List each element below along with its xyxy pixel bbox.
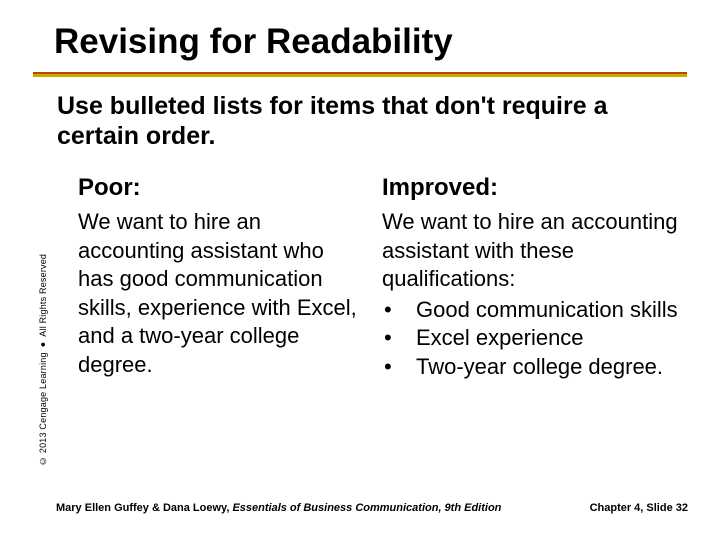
accent-bar xyxy=(33,72,687,77)
improved-bullet-list: • Good communication skills • Excel expe… xyxy=(382,296,692,382)
column-poor: Poor: We want to hire an accounting assi… xyxy=(78,174,358,380)
dot-icon: ● xyxy=(36,339,50,349)
footer-authors: Mary Ellen Guffey & Dana Loewy, xyxy=(56,502,232,514)
bullet-text: Excel experience xyxy=(402,324,692,353)
footer: Mary Ellen Guffey & Dana Loewy, Essentia… xyxy=(56,502,688,514)
slide-subtitle: Use bulleted lists for items that don't … xyxy=(57,92,617,151)
improved-intro: We want to hire an accounting assistant … xyxy=(382,208,692,294)
slide-title: Revising for Readability xyxy=(54,22,453,62)
list-item: • Two-year college degree. xyxy=(382,353,692,382)
poor-heading: Poor: xyxy=(78,174,358,202)
footer-right: Chapter 4, Slide 32 xyxy=(590,502,688,514)
bullet-text: Good communication skills xyxy=(402,296,692,325)
bullet-text: Two-year college degree. xyxy=(402,353,692,382)
footer-book-title: Essentials of Business Communication, 9t… xyxy=(232,502,501,514)
footer-left: Mary Ellen Guffey & Dana Loewy, Essentia… xyxy=(56,502,501,514)
poor-text: We want to hire an accounting assistant … xyxy=(78,208,358,380)
column-improved: Improved: We want to hire an accounting … xyxy=(382,174,692,382)
bullet-icon: • xyxy=(382,353,402,382)
list-item: • Good communication skills xyxy=(382,296,692,325)
copyright-part1: © 2013 Cengage Learning xyxy=(38,352,48,466)
list-item: • Excel experience xyxy=(382,324,692,353)
copyright-vertical: © 2013 Cengage Learning ● All Rights Res… xyxy=(38,206,50,466)
improved-heading: Improved: xyxy=(382,174,692,202)
copyright-part2: All Rights Reserved xyxy=(38,254,48,337)
bullet-icon: • xyxy=(382,324,402,353)
bullet-icon: • xyxy=(382,296,402,325)
slide: Revising for Readability Use bulleted li… xyxy=(0,0,720,540)
